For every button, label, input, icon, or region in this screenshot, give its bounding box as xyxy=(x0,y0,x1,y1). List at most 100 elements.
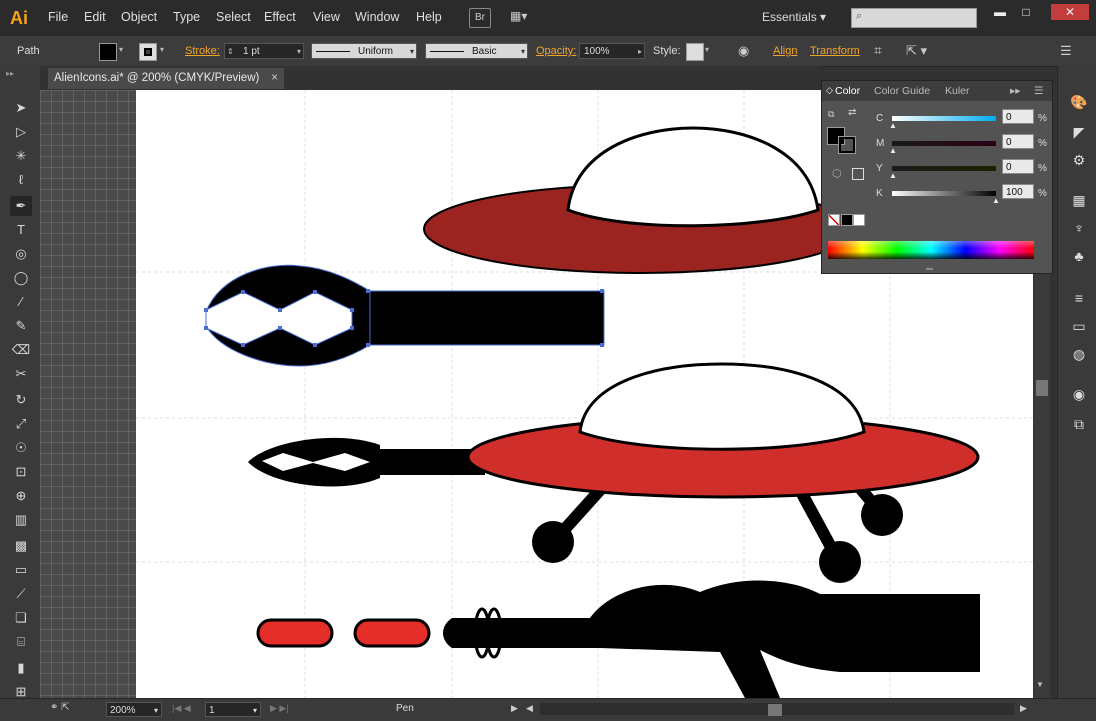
panel-collapse-icon[interactable]: ◇ xyxy=(826,85,833,96)
ellipse-tool-icon[interactable]: ◯ xyxy=(10,268,32,288)
first-artboard-icon[interactable]: |◀ ◀ xyxy=(172,703,191,714)
document-tab[interactable]: AlienIcons.ai* @ 200% (CMYK/Preview) × xyxy=(48,68,284,89)
yellow-slider-handle[interactable]: ▲ xyxy=(889,171,897,180)
selected-raygun-path[interactable] xyxy=(204,264,605,367)
menu-help[interactable]: Help xyxy=(416,10,442,24)
envelope-icon[interactable]: ⇱ ▾ xyxy=(906,43,927,59)
zoom-field[interactable]: 200% ▾ xyxy=(106,702,162,717)
raygun-ufo[interactable] xyxy=(248,362,980,583)
control-menu-icon[interactable]: ☰ xyxy=(1060,43,1072,59)
black-slider-handle[interactable]: ▲ xyxy=(992,196,1000,205)
menu-window[interactable]: Window xyxy=(355,10,399,24)
stroke-color-box[interactable] xyxy=(838,136,856,154)
menu-type[interactable]: Type xyxy=(173,10,200,24)
spiral-tool-icon[interactable]: ◎ xyxy=(10,244,32,264)
stepper-icon[interactable]: ⇕ xyxy=(227,44,234,60)
cyan-slider-handle[interactable]: ▲ xyxy=(889,121,897,130)
type-tool-icon[interactable]: T xyxy=(10,220,32,240)
stroke-dropdown-icon[interactable]: ▾ xyxy=(160,45,164,54)
fill-dropdown-icon[interactable]: ▾ xyxy=(119,45,123,54)
magic-wand-tool-icon[interactable]: ✳ xyxy=(10,146,32,166)
eyedropper-tool-icon[interactable]: ⟋ xyxy=(10,584,32,604)
mesh-tool-icon[interactable]: ▩ xyxy=(10,536,32,556)
stroke-label[interactable]: Stroke: xyxy=(185,45,220,57)
menu-object[interactable]: Object xyxy=(121,10,157,24)
menu-edit[interactable]: Edit xyxy=(84,10,106,24)
appearance-icon[interactable]: ◉ xyxy=(1068,384,1090,404)
panel-menu-icon[interactable]: ☰ xyxy=(1034,85,1043,97)
workspace-switcher[interactable]: Essentials ▾ xyxy=(762,10,826,24)
magenta-value-input[interactable]: 0 xyxy=(1002,134,1034,149)
cyan-slider[interactable] xyxy=(892,116,996,121)
black-slider[interactable] xyxy=(892,191,996,196)
pen-tool-icon[interactable]: ✒ xyxy=(10,196,32,216)
status-menu-icon[interactable]: ▶ xyxy=(511,703,518,714)
scroll-right-icon[interactable]: ▶ xyxy=(1020,703,1027,714)
brush-definition[interactable]: Basic ▾ xyxy=(425,43,528,59)
scale-tool-icon[interactable]: ⤢ xyxy=(10,414,32,434)
brushes-icon[interactable]: ♆ xyxy=(1068,218,1090,238)
yellow-slider[interactable] xyxy=(892,166,996,171)
gradient-panel-icon[interactable]: ▭ xyxy=(1068,316,1090,336)
color-guide-icon[interactable]: ◤ xyxy=(1068,122,1090,142)
default-colors-icon[interactable]: ⧉ xyxy=(828,109,842,123)
web-safe-icon[interactable] xyxy=(852,168,864,180)
fill-swatch[interactable] xyxy=(99,43,117,61)
blaster-gun[interactable] xyxy=(256,580,980,698)
tab-kuler[interactable]: Kuler xyxy=(945,85,970,97)
align-panel-link[interactable]: Align xyxy=(773,45,797,57)
search-input[interactable]: ⌕ xyxy=(851,8,977,28)
blob-brush-tool-icon[interactable]: ⌫ xyxy=(10,340,32,360)
out-of-gamut-icon[interactable]: ⬡ xyxy=(832,167,842,180)
ufo-top[interactable] xyxy=(423,126,857,274)
panel-expand-icon[interactable]: ▸▸ xyxy=(1010,85,1021,97)
swap-colors-icon[interactable]: ⇄ xyxy=(848,107,856,118)
minimize-button[interactable]: ▬ xyxy=(989,4,1011,20)
magenta-slider-handle[interactable]: ▲ xyxy=(889,146,897,155)
none-swatch[interactable] xyxy=(828,214,840,226)
graphic-style-swatch[interactable] xyxy=(686,43,704,61)
layers-icon[interactable]: ⧉ xyxy=(1068,414,1090,434)
direct-selection-tool-icon[interactable]: ▷ xyxy=(10,122,32,142)
kuler-icon[interactable]: ⚙ xyxy=(1068,150,1090,170)
black-value-input[interactable]: 100 xyxy=(1002,184,1034,199)
column-graph-tool-icon[interactable]: ▮ xyxy=(10,658,32,678)
menu-select[interactable]: Select xyxy=(216,10,251,24)
scissors-tool-icon[interactable]: ✂ xyxy=(10,364,32,384)
warp-tool-icon[interactable]: ☉ xyxy=(10,438,32,458)
close-window-button[interactable]: ✕ xyxy=(1051,4,1089,20)
close-tab-icon[interactable]: × xyxy=(271,68,278,89)
vertical-scroll-thumb[interactable] xyxy=(1036,380,1048,396)
tab-color[interactable]: Color xyxy=(835,85,860,97)
horizontal-scroll-thumb[interactable] xyxy=(768,704,782,716)
scroll-left-icon[interactable]: ◀ xyxy=(526,703,533,714)
white-swatch[interactable] xyxy=(853,214,865,226)
menu-file[interactable]: File xyxy=(48,10,68,24)
symbol-sprayer-tool-icon[interactable]: ⌸ xyxy=(10,632,32,652)
bridge-button[interactable]: Br xyxy=(469,8,491,28)
variable-width-profile[interactable]: Uniform ▾ xyxy=(311,43,417,59)
rotate-tool-icon[interactable]: ↻ xyxy=(10,390,32,410)
yellow-value-input[interactable]: 0 xyxy=(1002,159,1034,174)
arrange-documents-icon[interactable]: ▦▾ xyxy=(510,9,527,23)
transparency-icon[interactable]: ◍ xyxy=(1068,344,1090,364)
swatches-icon[interactable]: ▦ xyxy=(1068,190,1090,210)
cyan-value-input[interactable]: 0 xyxy=(1002,109,1034,124)
opacity-field[interactable]: 100% ▸ xyxy=(579,43,645,59)
opacity-label[interactable]: Opacity: xyxy=(536,45,576,57)
collapse-icon[interactable]: ▸▸ xyxy=(6,69,14,78)
symbols-icon[interactable]: ♣ xyxy=(1068,246,1090,266)
blend-tool-icon[interactable]: ❏ xyxy=(10,608,32,628)
menu-effect[interactable]: Effect xyxy=(264,10,296,24)
stroke-panel-icon[interactable]: ≡ xyxy=(1068,288,1090,308)
gradient-tool-icon[interactable]: ▭ xyxy=(10,560,32,580)
shape-builder-tool-icon[interactable]: ⊕ xyxy=(10,486,32,506)
maximize-button[interactable]: □ xyxy=(1015,4,1037,20)
stroke-weight-field[interactable]: ⇕ 1 pt ▾ xyxy=(224,43,304,59)
tab-color-guide[interactable]: Color Guide xyxy=(874,85,930,97)
free-transform-tool-icon[interactable]: ⊡ xyxy=(10,462,32,482)
style-dropdown-icon[interactable]: ▾ xyxy=(705,45,709,54)
gpu-preview-icon[interactable]: ⚭ ⇱ xyxy=(50,702,70,713)
stroke-swatch[interactable] xyxy=(139,43,157,61)
pencil-tool-icon[interactable]: ✎ xyxy=(10,316,32,336)
